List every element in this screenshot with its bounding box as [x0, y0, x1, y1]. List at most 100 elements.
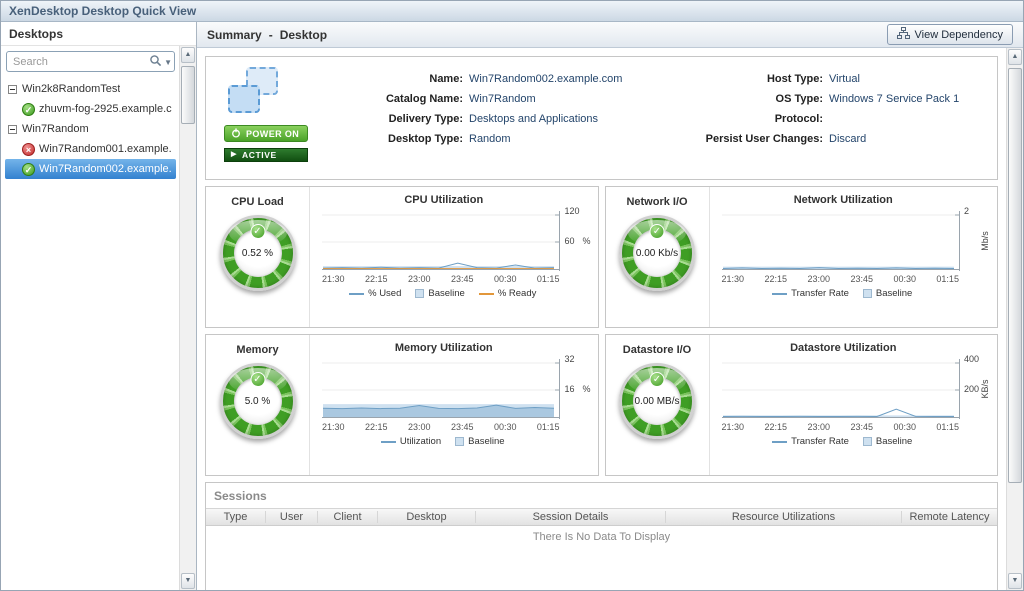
field-value: Virtual: [829, 73, 989, 85]
x-tick-label: 01:15: [537, 422, 560, 432]
scroll-up-button[interactable]: ▲: [1008, 49, 1022, 65]
scroll-thumb[interactable]: [1008, 68, 1022, 483]
field-value: Discard: [829, 133, 989, 145]
xendesktop-quick-view-window: XenDesktop Desktop Quick View Desktops ▼: [0, 0, 1024, 591]
desktop-summary-panel: POWER ON ▶ ACTIVE Name: Win7Random002.ex…: [205, 56, 998, 180]
scroll-thumb[interactable]: [181, 66, 195, 124]
sessions-table-header: Type User Client Desktop Session Details…: [206, 508, 997, 526]
legend-item: Baseline: [863, 436, 912, 447]
memory-gauge[interactable]: 5.0 % ✓: [220, 363, 296, 439]
legend-swatch: [349, 293, 364, 295]
scroll-track[interactable]: [1008, 66, 1022, 572]
tree-item-zhuvm-fog-2925[interactable]: ✓ zhuvm-fog-2925.example.c: [5, 99, 176, 119]
scroll-down-button[interactable]: ▼: [181, 573, 195, 589]
y-tick-label: 32: [565, 354, 575, 364]
field-value: Win7Random002.example.com: [469, 73, 699, 85]
legend-swatch: [415, 289, 424, 298]
dependency-icon: [897, 27, 910, 42]
status-ok-icon: ✓: [650, 372, 665, 387]
x-tick-label: 22:15: [365, 422, 388, 432]
field-label: Name:: [334, 73, 469, 85]
collapse-icon[interactable]: [8, 125, 17, 134]
summary-fields: Name: Win7Random002.example.com Host Typ…: [334, 65, 989, 173]
search-icon[interactable]: [149, 54, 162, 72]
scroll-track[interactable]: [181, 64, 195, 572]
column-header-type[interactable]: Type: [206, 511, 266, 523]
column-header-client[interactable]: Client: [318, 511, 378, 523]
legend-item: Transfer Rate: [772, 288, 849, 299]
tree-group-win2k8randomtest[interactable]: Win2k8RandomTest: [5, 79, 176, 99]
status-ok-icon: ✓: [22, 103, 35, 116]
chart-x-labels: 21:3022:1523:0023:4500:3001:15: [322, 419, 592, 432]
field-value: Desktops and Applications: [469, 113, 699, 125]
power-icon: [231, 128, 241, 140]
main-scrollbar[interactable]: ▲ ▼: [1006, 48, 1023, 590]
chart-x-labels: 21:3022:1523:0023:4500:3001:15: [722, 271, 992, 284]
datastore-io-gauge[interactable]: 0.00 MB/s ✓: [619, 363, 695, 439]
column-header-remote-latency[interactable]: Remote Latency: [902, 511, 997, 523]
cpu-load-gauge[interactable]: 0.52 % ✓: [220, 215, 296, 291]
gauge-title: Memory: [236, 344, 278, 356]
sidebar-scrollbar[interactable]: ▲ ▼: [179, 46, 196, 590]
active-badge: ▶ ACTIVE: [224, 148, 308, 162]
column-header-desktop[interactable]: Desktop: [378, 511, 476, 523]
summary-content: POWER ON ▶ ACTIVE Name: Win7Random002.ex…: [197, 48, 1006, 590]
column-header-resource-utilizations[interactable]: Resource Utilizations: [666, 511, 902, 523]
scroll-down-button[interactable]: ▼: [1008, 573, 1022, 589]
field-label: Protocol:: [699, 113, 829, 125]
legend-swatch: [863, 289, 872, 298]
legend-swatch: [455, 437, 464, 446]
column-header-session-details[interactable]: Session Details: [476, 511, 666, 523]
chart-y-axis: 400200KB/s: [959, 359, 991, 419]
tree-item-win7random001[interactable]: × Win7Random001.example.: [5, 139, 176, 159]
chart-y-axis: 3216%: [560, 359, 592, 419]
scroll-up-button[interactable]: ▲: [181, 47, 195, 63]
status-ok-icon: ✓: [250, 372, 265, 387]
chart-x-labels: 21:3022:1523:0023:4500:3001:15: [322, 271, 592, 284]
gauge-title: Datastore I/O: [623, 344, 691, 356]
field-label: OS Type:: [699, 93, 829, 105]
y-axis-unit: Mb/s: [980, 231, 990, 251]
tree-item-win7random002[interactable]: ✓ Win7Random002.example.: [5, 159, 176, 179]
view-dependency-button[interactable]: View Dependency: [887, 24, 1013, 45]
x-tick-label: 21:30: [322, 422, 345, 432]
chart-legend: Transfer RateBaseline: [722, 436, 992, 447]
chart-plot[interactable]: [322, 359, 560, 419]
power-on-badge: POWER ON: [224, 125, 308, 142]
field-value: Windows 7 Service Pack 1: [829, 93, 989, 105]
window-title: XenDesktop Desktop Quick View: [1, 1, 1023, 22]
legend-swatch: [772, 293, 787, 295]
legend-item: Utilization: [381, 436, 441, 447]
breadcrumb: Summary - Desktop: [207, 28, 327, 42]
main-header: Summary - Desktop View Dependency: [197, 22, 1023, 48]
x-tick-label: 00:30: [893, 422, 916, 432]
x-tick-label: 21:30: [722, 274, 745, 284]
desktops-tree: Win2k8RandomTest ✓ zhuvm-fog-2925.exampl…: [5, 79, 176, 179]
x-tick-label: 23:00: [807, 422, 830, 432]
y-tick-label: 200: [964, 384, 979, 394]
chart-plot[interactable]: [722, 211, 960, 271]
y-axis-unit: KB/s: [980, 379, 990, 398]
collapse-icon[interactable]: [8, 85, 17, 94]
network-io-gauge[interactable]: 0.00 Kb/s ✓: [619, 215, 695, 291]
power-on-label: POWER ON: [246, 129, 299, 139]
tree-label: Win2k8RandomTest: [22, 83, 120, 95]
y-tick-label: 2: [964, 206, 969, 216]
chart-plot[interactable]: [722, 359, 960, 419]
legend-swatch: [381, 441, 396, 443]
tree-group-win7random[interactable]: Win7Random: [5, 119, 176, 139]
search-options-caret-icon[interactable]: ▼: [164, 58, 172, 68]
column-header-user[interactable]: User: [266, 511, 318, 523]
status-error-icon: ×: [22, 143, 35, 156]
chart-plot[interactable]: [322, 211, 560, 271]
x-tick-label: 23:45: [451, 274, 474, 284]
sessions-title: Sessions: [206, 483, 997, 508]
x-tick-label: 21:30: [322, 274, 345, 284]
field-value: Random: [469, 133, 699, 145]
datastore-io-panel: Datastore I/O 0.00 MB/s ✓ Datastore Util…: [605, 334, 999, 476]
x-tick-label: 00:30: [494, 274, 517, 284]
x-tick-label: 00:30: [893, 274, 916, 284]
legend-item: Baseline: [863, 288, 912, 299]
field-label: Delivery Type:: [334, 113, 469, 125]
status-ok-icon: ✓: [22, 163, 35, 176]
